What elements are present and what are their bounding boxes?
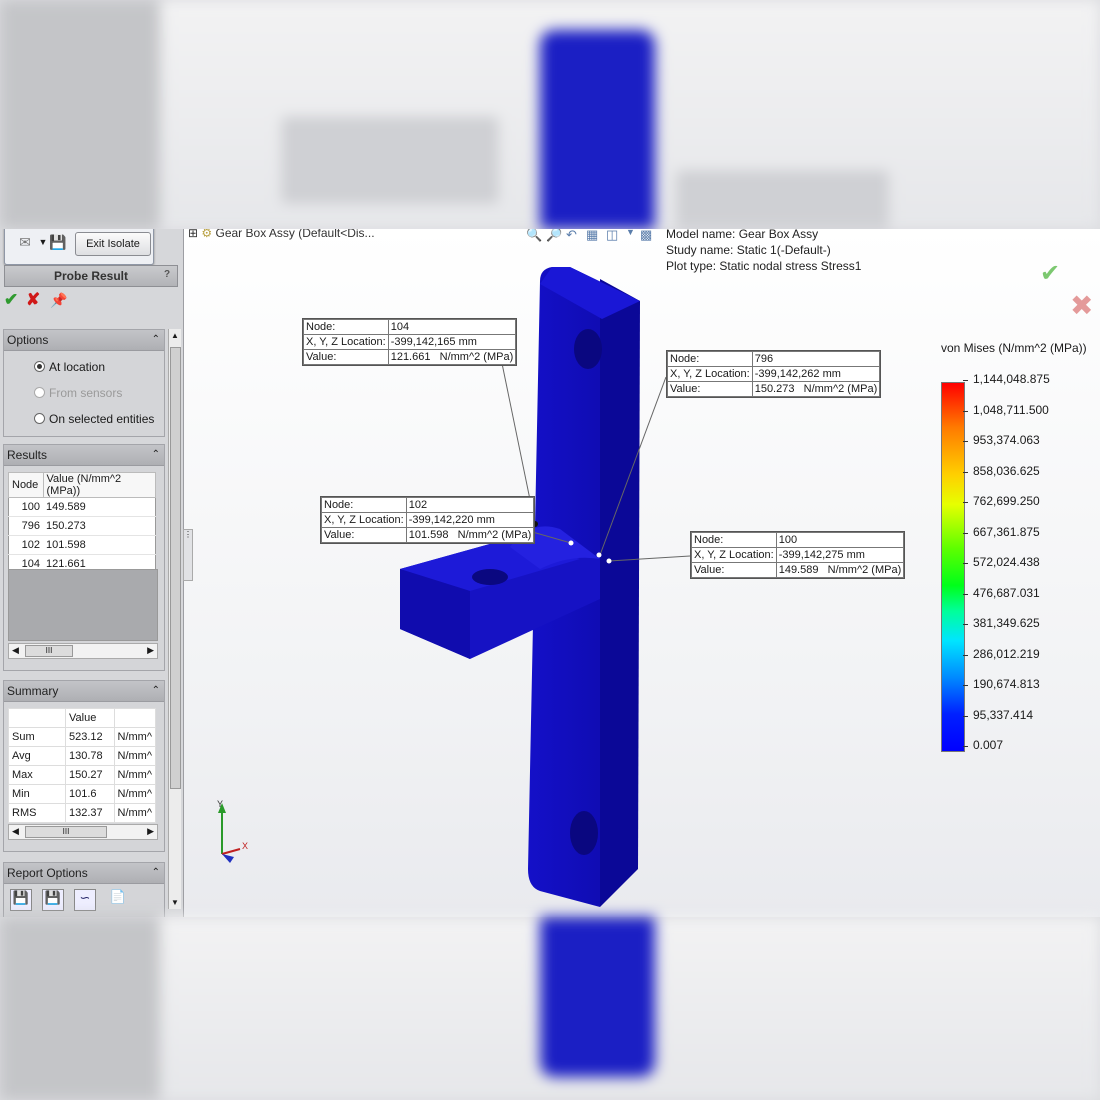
legend-tick xyxy=(963,502,968,503)
legend-label: 476,687.031 xyxy=(973,585,1040,600)
bracket-hole xyxy=(472,569,508,585)
legend-label: 381,349.625 xyxy=(973,616,1040,630)
legend-tick xyxy=(963,471,968,473)
legend-label: 1,048,711.500 xyxy=(973,402,1049,417)
legend-label: 1,144,048.875 xyxy=(973,372,1050,386)
probe-point-100[interactable] xyxy=(606,558,612,564)
legend-label: 858,036.625 xyxy=(973,463,1040,478)
legend-tick xyxy=(963,563,968,564)
upper-hole xyxy=(574,329,602,369)
legend-tick xyxy=(963,654,968,656)
probe-callout-102[interactable]: Node: 102 X, Y, Z Location: -399,142,220 m… xyxy=(320,496,536,544)
legend-label: 286,012.219 xyxy=(973,646,1040,661)
legend-tick xyxy=(963,685,968,686)
legend-label: 0.007 xyxy=(973,738,1004,752)
legend-tick xyxy=(963,624,968,625)
probe-callout-104[interactable]: Node: 104 X, Y, Z Location: -399,142,165 m… xyxy=(302,318,518,366)
axes-triad: Y X xyxy=(217,799,248,863)
legend-label: 667,361.875 xyxy=(973,524,1040,539)
blurred-background-bottom xyxy=(0,917,1100,1100)
legend-tick xyxy=(963,410,968,412)
y-axis-label: Y xyxy=(217,799,223,809)
legend-tick xyxy=(963,532,968,534)
plate-side-face xyxy=(600,279,640,907)
lower-hole xyxy=(570,811,598,855)
legend-tick xyxy=(963,715,968,717)
legend-label: 95,337.414 xyxy=(973,707,1034,722)
probe-point-102[interactable] xyxy=(568,540,574,546)
solidworks-window: ✉ ▼ 💾 Exit Isolate Probe Result ? ✔ ✘ 📌 … xyxy=(0,229,1100,917)
legend-label: 190,674.813 xyxy=(973,677,1040,691)
probe-point-796[interactable] xyxy=(596,552,602,558)
legend-label: 953,374.063 xyxy=(973,433,1040,447)
color-scale-bar[interactable] xyxy=(941,382,965,752)
legend-tick xyxy=(963,441,968,442)
legend-label: 572,024.438 xyxy=(973,555,1040,569)
legend-label: 762,699.250 xyxy=(973,494,1040,508)
legend-tick xyxy=(963,746,968,747)
probe-callout-796[interactable]: Node: 796 X, Y, Z Location: -399,142,262 m… xyxy=(666,350,882,398)
probe-callout-100[interactable]: Node: 100 X, Y, Z Location: -399,142,275 m… xyxy=(690,531,906,579)
legend-tick xyxy=(963,593,968,595)
part-model xyxy=(400,267,691,907)
legend-title: von Mises (N/mm^2 (MPa)) xyxy=(941,341,1087,355)
x-axis-label: X xyxy=(242,841,248,851)
legend-tick xyxy=(963,380,968,381)
blurred-background-top xyxy=(0,0,1100,229)
